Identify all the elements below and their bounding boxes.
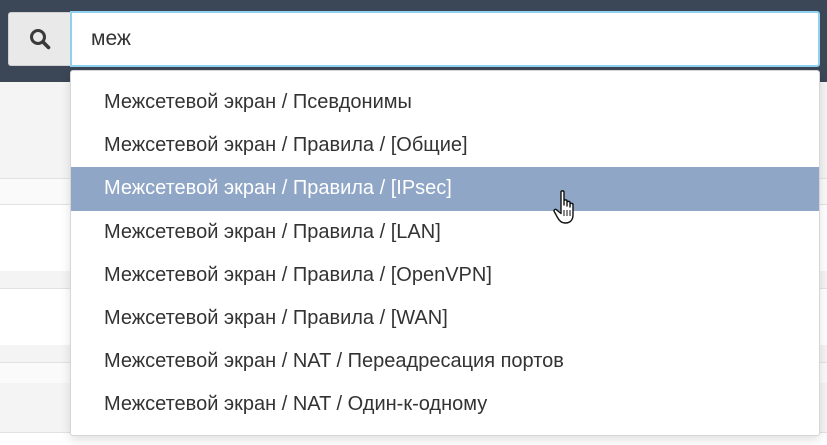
suggestion-item[interactable]: Межсетевой экран / Правила / [WAN] (71, 297, 819, 340)
suggestion-item[interactable]: Межсетевой экран / NAT / Переадресация п… (71, 340, 819, 383)
suggestion-item-active[interactable]: Межсетевой экран / Правила / [IPsec] (71, 167, 819, 211)
suggestion-item[interactable]: Межсетевой экран / Правила / [OpenVPN] (71, 254, 819, 297)
suggestion-item[interactable]: Межсетевой экран / Правила / [LAN] (71, 211, 819, 254)
search-suggestions-dropdown: Межсетевой экран / Псевдонимы Межсетевой… (70, 70, 820, 436)
search-button[interactable] (8, 12, 70, 66)
suggestion-item[interactable]: Межсетевой экран / Псевдонимы (71, 81, 819, 124)
search-icon (29, 29, 50, 50)
search-input[interactable] (70, 11, 820, 67)
suggestion-item[interactable]: Межсетевой экран / Правила / [Общие] (71, 124, 819, 167)
suggestion-item[interactable]: Межсетевой экран / NAT / Один-к-одному (71, 383, 819, 426)
